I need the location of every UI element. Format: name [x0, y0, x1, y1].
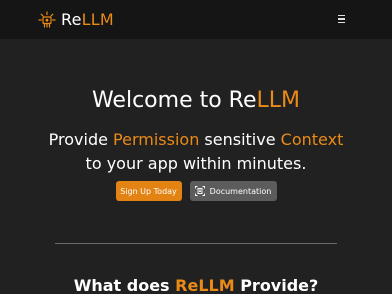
- hamburger-menu-icon: [338, 15, 345, 17]
- hero-subtitle-part1: Provide: [48, 130, 114, 149]
- section-title-suffix: Provide?: [234, 276, 319, 294]
- brand-prefix: Re: [61, 10, 82, 29]
- hero-title-accent: LLM: [256, 88, 301, 113]
- section-title: What does ReLLM Provide?: [0, 276, 392, 294]
- brand-name: ReLLM: [61, 10, 114, 29]
- brand-logo-link[interactable]: ReLLM: [38, 10, 114, 29]
- documentation-label: Documentation: [209, 186, 272, 196]
- hero-subtitle: Provide Permission sensitive Context to …: [40, 128, 352, 176]
- brand-accent: LLM: [81, 10, 114, 29]
- hero-title: Welcome to ReLLM: [0, 88, 392, 113]
- sign-up-button[interactable]: Sign Up Today: [115, 181, 182, 201]
- sun-chip-logo-icon: [38, 10, 56, 29]
- hero-subtitle-accent1: Permission: [113, 130, 200, 149]
- documentation-button[interactable]: Documentation: [189, 181, 277, 201]
- section-title-prefix: What does: [73, 276, 176, 294]
- navbar: ReLLM: [0, 0, 392, 39]
- hamburger-menu-icon-bar-3: [338, 21, 345, 23]
- document-scan-icon: [194, 186, 205, 196]
- hero-subtitle-part3: to your app within minutes.: [85, 154, 307, 173]
- sign-up-label: Sign Up Today: [120, 186, 177, 196]
- section-divider: [55, 243, 337, 244]
- hero-actions: Sign Up Today Documentation: [0, 181, 392, 201]
- hero-subtitle-accent2: Context: [280, 130, 344, 149]
- hamburger-menu-button[interactable]: [334, 11, 350, 27]
- hero-subtitle-part2: sensitive: [199, 130, 281, 149]
- section-title-accent: ReLLM: [175, 276, 235, 294]
- hamburger-menu-icon-bar-2: [338, 18, 345, 20]
- hero-title-prefix: Welcome to Re: [91, 88, 257, 113]
